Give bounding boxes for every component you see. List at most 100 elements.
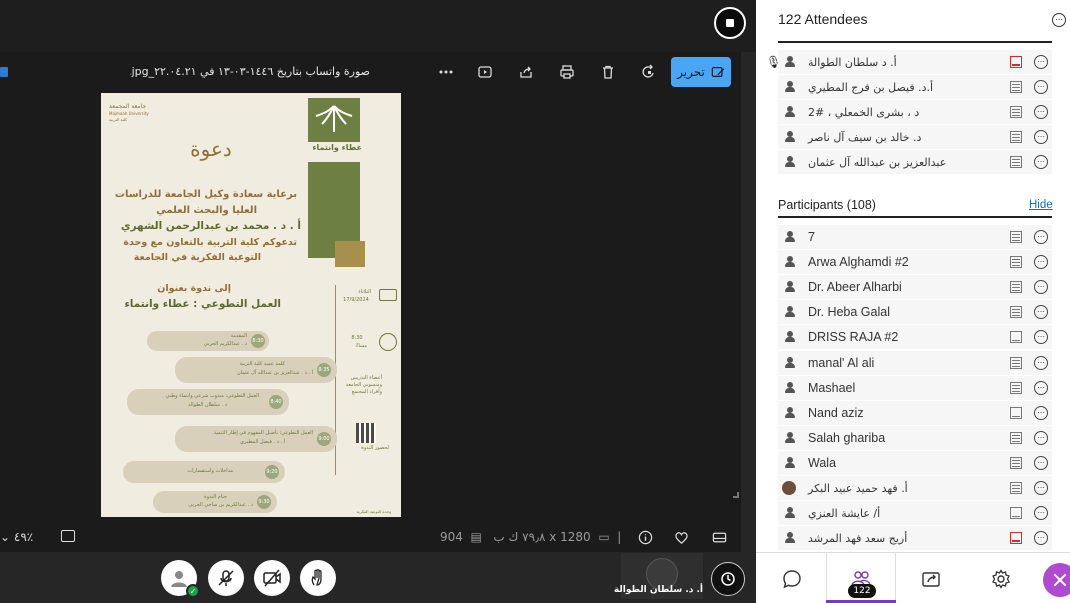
- audience-line-2: ومنسوبي الجامعة: [345, 382, 382, 388]
- settings-tab[interactable]: [989, 567, 1013, 591]
- raise-hand-button[interactable]: [300, 560, 336, 596]
- attendee-row[interactable]: DRISS RAJA #2 ⋯: [778, 325, 1052, 350]
- session-menu-button[interactable]: [711, 562, 745, 596]
- slideshow-button[interactable]: [474, 62, 496, 82]
- attendee-row[interactable]: Salah gharibа ⋯: [778, 425, 1052, 451]
- attendee-row[interactable]: manal' Al ali ⋯: [778, 350, 1052, 376]
- attendee-row[interactable]: 🎙 أ. د سلطان الطوالة ⋯: [766, 50, 1052, 75]
- rotate-button[interactable]: [638, 62, 660, 82]
- participants-heading: Participants (108): [778, 198, 876, 212]
- panel-options-button[interactable]: ⋯: [1052, 13, 1066, 27]
- agenda-title: المقدمة: [230, 333, 247, 339]
- user-icon: [785, 231, 795, 243]
- zoom-select[interactable]: ⌄ ٤٩٪: [0, 530, 33, 544]
- resize-grip[interactable]: [733, 492, 739, 498]
- user-icon: [785, 256, 795, 268]
- attendee-options-button[interactable]: ⋯: [1034, 80, 1048, 94]
- logo-caption: عطاء وانتماء: [312, 143, 362, 152]
- attendee-options-button[interactable]: ⋯: [1034, 155, 1048, 169]
- screen-share-icon: [1010, 507, 1022, 520]
- attendee-row[interactable]: Dr. Heba Galal ⋯: [778, 300, 1052, 325]
- attendee-options-button[interactable]: ⋯: [1034, 105, 1048, 119]
- attendee-options-button[interactable]: ⋯: [1034, 455, 1048, 470]
- attendee-options-button[interactable]: ⋯: [1034, 55, 1048, 69]
- attendee-row[interactable]: أ/ عايشة العنزي ⋯: [778, 501, 1052, 526]
- more-options-button[interactable]: [435, 62, 457, 82]
- camera-icon[interactable]: [61, 530, 75, 542]
- university-name-en: Majmaah University: [109, 111, 149, 116]
- close-panel-button[interactable]: [1043, 563, 1070, 597]
- attendee-row[interactable]: Wala ⋯: [778, 450, 1052, 476]
- user-icon: [785, 56, 795, 68]
- attendee-row[interactable]: Dr. Abeer Alharbi ⋯: [778, 275, 1052, 300]
- file-size: ٧٩٫٨ ك ب: [493, 530, 546, 544]
- attendee-count-badge: 122: [848, 584, 876, 598]
- active-speaker-tile[interactable]: أ. د. سلطان الطوالة: [614, 553, 703, 599]
- user-icon: [785, 532, 795, 544]
- flyer-line-4: تدعوكم كلية التربية بالتعاون مع وحدة: [123, 237, 297, 248]
- attendee-options-button[interactable]: ⋯: [1034, 130, 1048, 144]
- hide-participants-link[interactable]: Hide: [1029, 199, 1053, 211]
- attendee-name: Dr. Abeer Alharbi: [808, 280, 902, 295]
- user-icon: [785, 406, 795, 419]
- attendee-options-button[interactable]: ⋯: [1034, 380, 1048, 395]
- attendee-row[interactable]: أ. فهد حميد عبيد البكر ⋯: [778, 476, 1052, 501]
- panel-title: 122 Attendees: [778, 11, 868, 27]
- attendee-options-button[interactable]: ⋯: [1034, 430, 1048, 445]
- user-icon: [785, 156, 795, 168]
- image-info: ٧٩٫٨ ك ب ▤ 904 x 1280 ▭ |: [440, 530, 622, 544]
- filmstrip-button[interactable]: [710, 529, 728, 545]
- chat-tab[interactable]: [780, 567, 804, 591]
- attendee-row[interactable]: د. خالد بن سيف آل ناصر ⋯: [778, 125, 1052, 150]
- save-icon: ▤: [470, 530, 482, 544]
- share-content-tab[interactable]: [919, 567, 943, 591]
- attendee-row[interactable]: أريج سعد فهد المرشد ⋯: [778, 526, 1052, 551]
- delete-button[interactable]: [597, 62, 619, 82]
- attendee-row[interactable]: Mashael ⋯: [778, 375, 1052, 401]
- screen-share-icon: [1010, 482, 1022, 494]
- attendee-row[interactable]: أ.د. فيصل بن فرج المطيري ⋯: [778, 75, 1052, 100]
- attendee-options-button[interactable]: ⋯: [1034, 255, 1048, 270]
- attendee-options-button[interactable]: ⋯: [1034, 230, 1048, 244]
- agenda-item: 8:30 المقدمة د . عبدالكريم الحربي: [147, 331, 269, 351]
- status-available-icon: ✓: [186, 584, 200, 598]
- camera-toggle[interactable]: [254, 560, 290, 596]
- printer-icon: [560, 65, 574, 79]
- agenda-speaker: د . عبدالكريم بن ساجي الحربي: [188, 502, 253, 508]
- agenda-title: ختام الندوة: [204, 494, 227, 500]
- attendee-options-button[interactable]: ⋯: [1034, 506, 1048, 521]
- attendee-row[interactable]: Nand aziz ⋯: [778, 400, 1052, 426]
- agenda-speaker: د . سلطان الطوالة: [188, 402, 227, 408]
- attendee-name: أ/ عايشة العنزي: [808, 507, 881, 521]
- favorite-button[interactable]: [672, 529, 690, 545]
- attendee-options-button[interactable]: ⋯: [1034, 405, 1048, 420]
- event-logo: [308, 98, 360, 142]
- share-button[interactable]: [515, 62, 537, 82]
- app-icon[interactable]: [0, 67, 8, 77]
- user-avatar-icon: [171, 571, 187, 587]
- attendee-options-button[interactable]: ⋯: [1034, 481, 1048, 495]
- agenda-time: 8:30: [251, 334, 265, 348]
- invitation-title: دعوة: [190, 137, 232, 161]
- screen-share-icon: [1010, 106, 1022, 118]
- calendar-icon: [379, 289, 397, 301]
- chat-bubble-icon: [783, 570, 801, 589]
- stop-share-button[interactable]: [714, 7, 746, 39]
- image-viewer: صورة واتساب بتاريخ ١٤٤٦-٠٣-١٣ في ٢٢.٠٤.٢…: [0, 52, 741, 552]
- attendee-row[interactable]: 7 ⋯: [778, 225, 1052, 250]
- info-button[interactable]: [636, 529, 654, 545]
- attendee-name: Dr. Heba Galal: [808, 305, 890, 320]
- agenda-time: 9:00: [317, 432, 331, 446]
- screen-share-icon: [1010, 281, 1022, 294]
- attendees-panel: 122 Attendees ⋯ 🎙 أ. د سلطان الطوالة ⋯ أ.د.…: [756, 0, 1070, 603]
- microphone-toggle[interactable]: [208, 560, 244, 596]
- attendee-row[interactable]: Arwa Alghamdi #2 ⋯: [778, 250, 1052, 275]
- attendee-row[interactable]: عبدالعزيز بن عبدالله آل عثمان ⋯: [778, 150, 1052, 175]
- screen-share-icon: [1010, 131, 1022, 143]
- edit-button[interactable]: تحرير: [671, 57, 731, 87]
- avatar: [782, 481, 796, 495]
- attendee-row[interactable]: د ، بشرى الخمعلي ، #2 ⋯: [778, 100, 1052, 125]
- agenda-time: 8:40: [269, 395, 283, 409]
- print-button[interactable]: [556, 62, 578, 82]
- attendee-options-button[interactable]: ⋯: [1034, 355, 1048, 370]
